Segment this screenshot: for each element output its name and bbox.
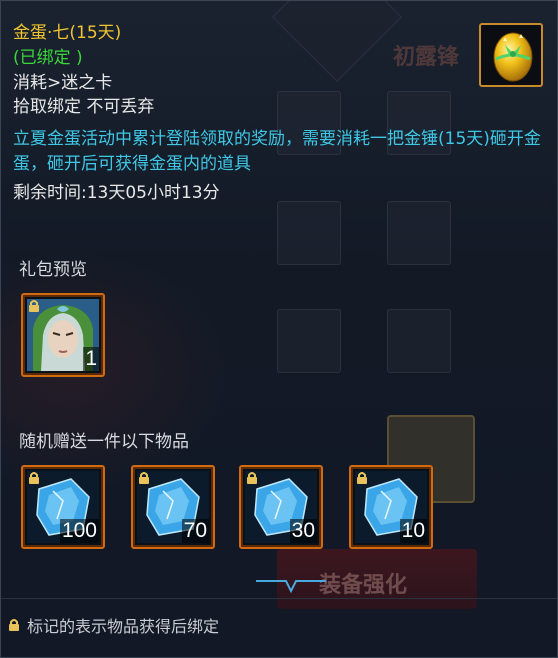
random-gift-slot[interactable]: 10 [349,465,433,549]
item-quantity: 70 [181,519,209,543]
random-gift-label: 随机赠送一件以下物品 [19,432,189,452]
bound-status: (已绑定 ) [13,48,83,68]
pickup-rule: 拾取绑定 不可丢弃 [13,97,155,117]
lock-icon [9,619,19,631]
consume-requirement: 消耗>迷之卡 [13,73,113,93]
item-name: 金蛋·七(15天) [13,23,122,43]
gift-preview-slot[interactable]: 1 [21,293,105,377]
random-gift-slot[interactable]: 70 [131,465,215,549]
item-quantity: 1 [83,347,99,371]
background-slot [387,201,451,265]
item-quantity: 100 [59,519,99,543]
lock-icon [139,472,149,484]
footer-note-text: 标记的表示物品获得后绑定 [27,617,220,636]
background-button-text: 装备强化 [319,573,408,598]
lock-icon [29,472,39,484]
chevron-down-icon [256,580,326,594]
golden-egg-icon [493,32,533,82]
background-slot [277,201,341,265]
gift-preview-label: 礼包预览 [19,260,87,280]
item-icon-frame [479,23,543,87]
footer-divider [1,598,557,599]
background-side-text: 初露锋 [393,45,460,70]
remaining-time: 剩余时间:13天05小时13分 [13,183,220,203]
background-slot [387,309,451,373]
background-emblem [271,1,403,83]
item-tooltip: 初露锋 装备强化 金蛋·七(15天) (已绑定 ) 消耗>迷之卡 拾取绑定 不可… [0,0,558,658]
lock-icon [247,472,257,484]
random-gift-slot[interactable]: 100 [21,465,105,549]
lock-icon [357,472,367,484]
footer-note: 标记的表示物品获得后绑定 [7,613,219,637]
lock-icon [29,300,39,312]
item-quantity: 30 [289,519,317,543]
item-quantity: 10 [399,519,427,543]
background-slot [277,309,341,373]
random-gift-slot[interactable]: 30 [239,465,323,549]
item-description: 立夏金蛋活动中累计登陆领取的奖励，需要消耗一把金锤(15天)砸开金蛋，砸开后可获… [13,129,541,174]
